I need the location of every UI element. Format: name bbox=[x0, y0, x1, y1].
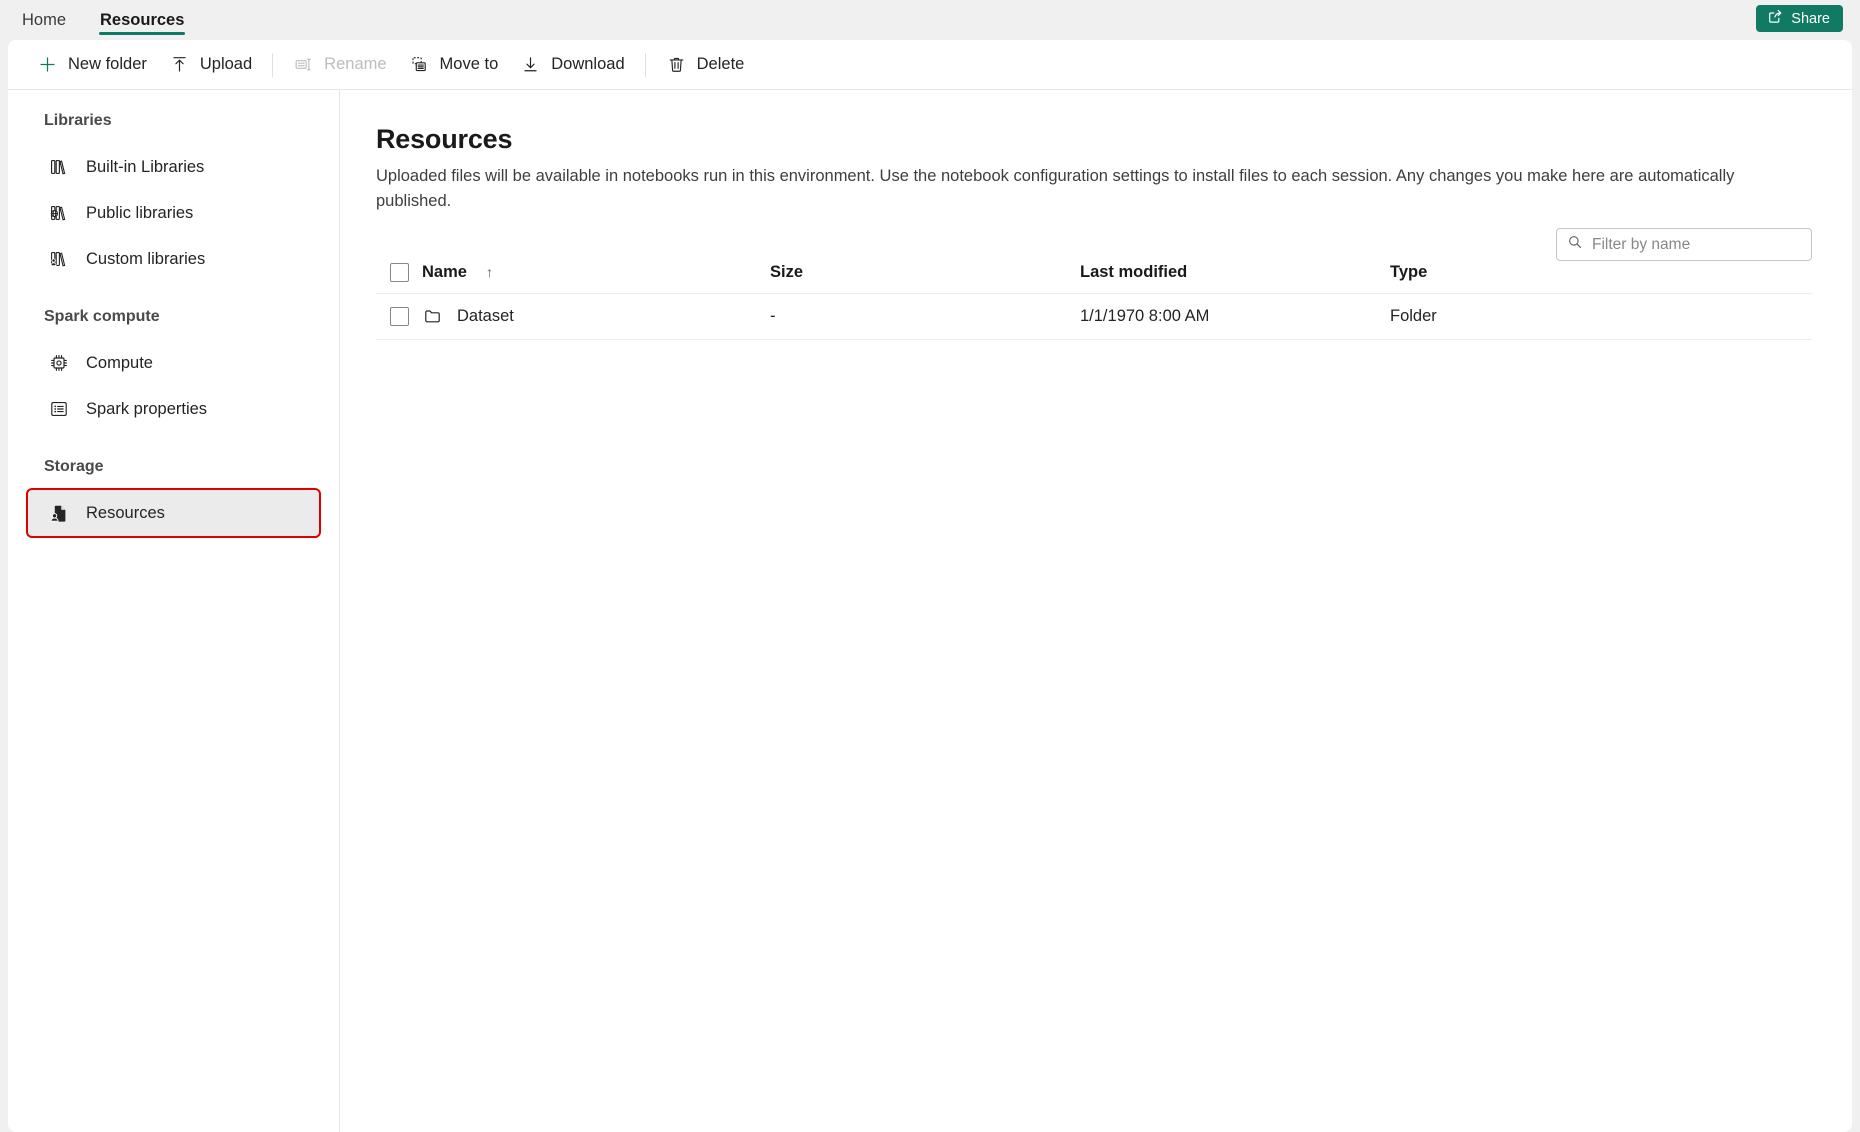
download-icon bbox=[520, 54, 541, 75]
tab-resources-label: Resources bbox=[100, 10, 185, 29]
rename-label: Rename bbox=[324, 55, 387, 73]
upload-icon bbox=[169, 54, 190, 75]
new-folder-button[interactable]: New folder bbox=[26, 47, 158, 83]
row-checkbox[interactable] bbox=[390, 306, 409, 326]
new-folder-label: New folder bbox=[68, 55, 147, 73]
row-select-cell[interactable] bbox=[376, 306, 422, 326]
sidebar-group-libraries: Libraries Built-in Libraries Public libr… bbox=[8, 112, 339, 282]
resources-icon bbox=[48, 502, 70, 524]
resources-table: Name ↑ Size Last modified Type Dataset -… bbox=[376, 252, 1812, 340]
sidebar-item-built-in-libraries[interactable]: Built-in Libraries bbox=[28, 144, 319, 190]
custom-books-icon bbox=[48, 248, 70, 270]
tab-home-label: Home bbox=[22, 10, 67, 29]
sidebar-item-resources[interactable]: Resources bbox=[26, 488, 321, 538]
books-icon bbox=[48, 156, 70, 178]
sort-ascending-icon: ↑ bbox=[485, 264, 493, 280]
column-header-name-label: Name bbox=[422, 262, 467, 281]
tab-resources[interactable]: Resources bbox=[83, 0, 201, 40]
sidebar-item-custom-libraries[interactable]: Custom libraries bbox=[28, 236, 319, 282]
cpu-icon bbox=[48, 352, 70, 374]
row-name-cell[interactable]: Dataset bbox=[422, 305, 770, 327]
sidebar: Libraries Built-in Libraries Public libr… bbox=[8, 90, 340, 1132]
sidebar-item-public-libraries[interactable]: Public libraries bbox=[28, 190, 319, 236]
search-icon bbox=[1567, 234, 1583, 255]
column-header-size[interactable]: Size bbox=[770, 263, 1080, 282]
public-books-icon bbox=[48, 202, 70, 224]
folder-icon bbox=[422, 305, 444, 327]
rename-icon bbox=[293, 54, 314, 75]
filter-input[interactable] bbox=[1592, 235, 1801, 254]
download-label: Download bbox=[551, 55, 625, 73]
sidebar-item-spark-properties[interactable]: Spark properties bbox=[28, 386, 319, 432]
tab-strip: Home Resources Share bbox=[0, 0, 1860, 40]
trash-icon bbox=[666, 54, 687, 75]
share-button-label: Share bbox=[1791, 10, 1830, 27]
row-size: - bbox=[770, 306, 776, 325]
delete-button[interactable]: Delete bbox=[655, 47, 756, 83]
column-header-name[interactable]: Name ↑ bbox=[422, 263, 770, 282]
row-name-label: Dataset bbox=[457, 306, 514, 325]
row-last-modified: 1/1/1970 8:00 AM bbox=[1080, 306, 1210, 325]
sidebar-item-label: Spark properties bbox=[86, 399, 208, 418]
content-area: Resources Uploaded files will be availab… bbox=[340, 90, 1852, 1132]
main-panel: Libraries Built-in Libraries Public libr… bbox=[8, 90, 1852, 1132]
list-icon bbox=[48, 398, 70, 420]
move-to-icon bbox=[409, 54, 430, 75]
column-header-last-modified[interactable]: Last modified bbox=[1080, 263, 1390, 282]
table-row[interactable]: Dataset - 1/1/1970 8:00 AM Folder bbox=[376, 294, 1812, 340]
share-icon bbox=[1767, 8, 1784, 29]
sidebar-item-label: Built-in Libraries bbox=[86, 157, 205, 176]
select-all-checkbox[interactable] bbox=[390, 262, 409, 282]
sidebar-item-label: Resources bbox=[86, 503, 165, 522]
move-to-button[interactable]: Move to bbox=[398, 47, 510, 83]
sidebar-group-title-libraries: Libraries bbox=[44, 112, 112, 129]
upload-button[interactable]: Upload bbox=[158, 47, 263, 83]
command-bar: New folder Upload Rename Move to Downloa… bbox=[8, 40, 1852, 90]
share-button[interactable]: Share bbox=[1756, 5, 1843, 32]
upload-label: Upload bbox=[199, 55, 253, 73]
sidebar-item-label: Public libraries bbox=[86, 203, 194, 222]
tab-home[interactable]: Home bbox=[5, 0, 83, 40]
column-header-type[interactable]: Type bbox=[1390, 263, 1812, 282]
row-type: Folder bbox=[1390, 306, 1437, 325]
sidebar-group-title-storage: Storage bbox=[44, 458, 104, 475]
sidebar-group-title-spark-compute: Spark compute bbox=[44, 308, 160, 325]
sidebar-item-label: Custom libraries bbox=[86, 249, 206, 268]
filter-by-name-box[interactable] bbox=[1556, 228, 1812, 261]
delete-label: Delete bbox=[696, 55, 745, 73]
move-to-label: Move to bbox=[439, 55, 499, 73]
sidebar-item-label: Compute bbox=[86, 353, 153, 372]
toolbar-separator-2 bbox=[644, 52, 646, 77]
download-button[interactable]: Download bbox=[509, 47, 635, 83]
rename-button: Rename bbox=[282, 47, 397, 83]
sidebar-group-spark-compute: Spark compute Compute Spark properties bbox=[8, 308, 339, 432]
page-description: Uploaded files will be available in note… bbox=[376, 167, 1735, 210]
toolbar-separator-1 bbox=[272, 52, 274, 77]
select-all-cell[interactable] bbox=[376, 262, 422, 282]
sidebar-item-compute[interactable]: Compute bbox=[28, 340, 319, 386]
page-title: Resources bbox=[376, 124, 513, 154]
sidebar-group-storage: Storage Resources bbox=[8, 458, 339, 538]
plus-icon bbox=[37, 54, 58, 75]
